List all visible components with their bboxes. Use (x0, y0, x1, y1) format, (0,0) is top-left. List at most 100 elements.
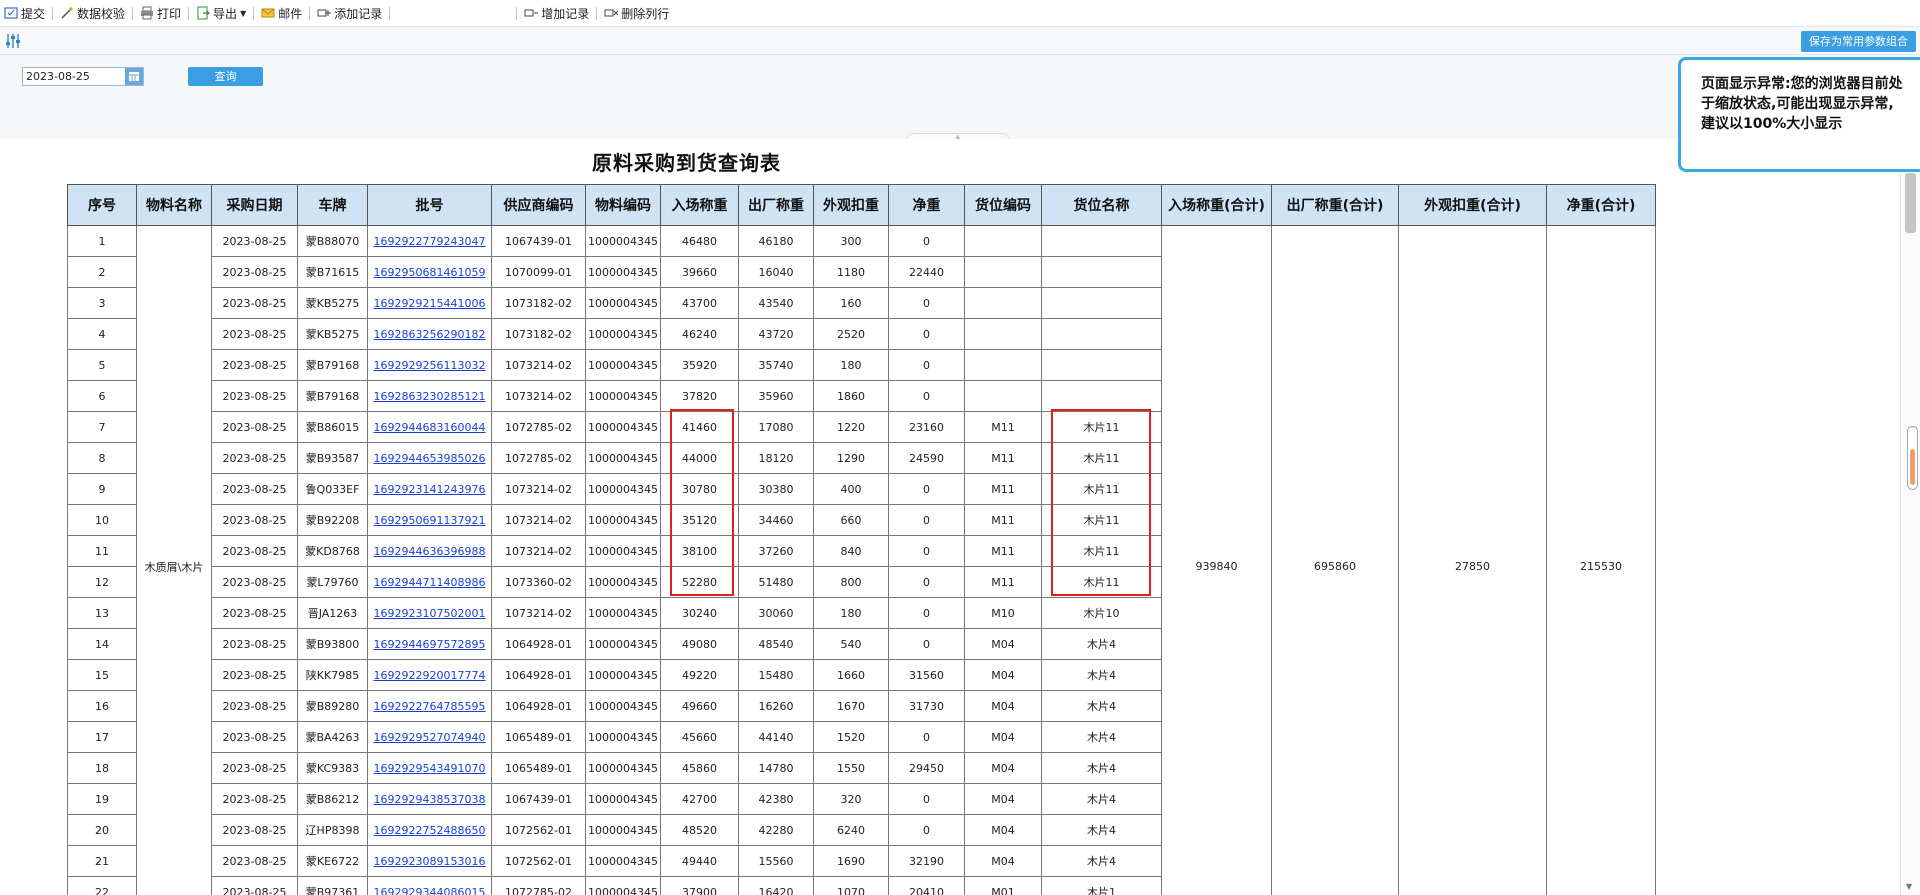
cell-date: 2023-08-25 (211, 349, 298, 381)
cell-batch[interactable]: 1692944711408986 (367, 566, 492, 598)
cell-location-code (964, 349, 1042, 381)
column-header: 净重(合计) (1546, 184, 1656, 226)
cell-material-code: 1000004345 (585, 876, 661, 895)
cell-net: 0 (888, 287, 965, 319)
table-row: 1 木质屑\木片 2023-08-25 蒙B88070 1692922779243047… (67, 225, 1656, 895)
cell-material-code: 1000004345 (585, 411, 661, 443)
cell-location-code (964, 225, 1042, 257)
cell-in-weight: 48520 (660, 814, 739, 846)
print-button[interactable]: 打印 (136, 0, 185, 27)
cell-deduct: 540 (813, 628, 889, 660)
cell-location-code: M04 (964, 783, 1042, 815)
cell-batch[interactable]: 1692944683160044 (367, 411, 492, 443)
cell-seq: 7 (67, 411, 137, 443)
scroll-down-arrow-icon[interactable]: ▼ (1906, 882, 1912, 891)
column-header: 序号 (67, 184, 137, 226)
cell-in-weight: 49080 (660, 628, 739, 660)
column-header: 车牌 (297, 184, 368, 226)
cell-batch[interactable]: 1692923107502001 (367, 597, 492, 629)
cell-location-name (1041, 256, 1162, 288)
cell-location-name: 木片11 (1041, 566, 1162, 598)
cell-batch[interactable]: 1692863230285121 (367, 380, 492, 412)
cell-deduct: 1290 (813, 442, 889, 474)
cell-out-weight: 16420 (738, 876, 814, 895)
cell-net: 31730 (888, 690, 965, 722)
cell-batch[interactable]: 1692929527074940 (367, 721, 492, 753)
submit-icon (4, 7, 18, 19)
cell-batch[interactable]: 1692922920017774 (367, 659, 492, 691)
filter-sliders-icon[interactable] (4, 32, 22, 50)
cell-supplier: 1072785-02 (491, 442, 586, 474)
cell-deduct: 1670 (813, 690, 889, 722)
insert-record-button[interactable]: 增加记录 (520, 0, 593, 27)
cell-location-code: M04 (964, 721, 1042, 753)
report-title: 原料采购到货查询表 (592, 151, 781, 175)
cell-plate: 蒙KB5275 (297, 287, 368, 319)
query-button[interactable]: 查询 (188, 67, 263, 86)
cell-batch[interactable]: 1692923089153016 (367, 845, 492, 877)
cell-seq: 18 (67, 752, 137, 784)
submit-button[interactable]: 提交 (0, 0, 49, 27)
zoom-warning-popup: 页面显示异常:您的浏览器目前处于缩放状态,可能出现显示异常,建议以100%大小显… (1678, 57, 1920, 172)
column-header: 采购日期 (211, 184, 298, 226)
cell-deduct: 840 (813, 535, 889, 567)
cell-deduct: 1860 (813, 380, 889, 412)
cell-supplier: 1064928-01 (491, 659, 586, 691)
cell-batch[interactable]: 1692950691137921 (367, 504, 492, 536)
cell-batch[interactable]: 1692950681461059 (367, 256, 492, 288)
cell-batch[interactable]: 1692863256290182 (367, 318, 492, 350)
cell-location-name (1041, 349, 1162, 381)
cell-total-in-weight: 939840 (1161, 225, 1272, 895)
calendar-button[interactable] (125, 68, 143, 85)
cell-location-name (1041, 318, 1162, 350)
cell-location-name: 木片11 (1041, 504, 1162, 536)
validate-button[interactable]: 数据校验 (56, 0, 129, 27)
cell-deduct: 1690 (813, 845, 889, 877)
save-parameter-combo-button[interactable]: 保存为常用参数组合 (1801, 31, 1916, 52)
cell-batch[interactable]: 1692929543491070 (367, 752, 492, 784)
cell-material-code: 1000004345 (585, 504, 661, 536)
cell-seq: 2 (67, 256, 137, 288)
cell-batch[interactable]: 1692944636396988 (367, 535, 492, 567)
add-record-button[interactable]: 添加记录 (313, 0, 386, 27)
cell-batch[interactable]: 1692929438537038 (367, 783, 492, 815)
cell-net: 31560 (888, 659, 965, 691)
cell-material-code: 1000004345 (585, 287, 661, 319)
cell-material-code: 1000004345 (585, 256, 661, 288)
column-header: 出厂称重(合计) (1271, 184, 1399, 226)
scrollbar-thumb[interactable] (1905, 173, 1916, 233)
cell-plate: 蒙B93587 (297, 442, 368, 474)
cell-batch[interactable]: 1692944697572895 (367, 628, 492, 660)
cell-batch[interactable]: 1692929215441006 (367, 287, 492, 319)
cell-net: 0 (888, 225, 965, 257)
cell-batch[interactable]: 1692922779243047 (367, 225, 492, 257)
cell-batch[interactable]: 1692944653985026 (367, 442, 492, 474)
cell-batch[interactable]: 1692929344086015 (367, 876, 492, 895)
cell-out-weight: 15480 (738, 659, 814, 691)
cell-plate: 陕KK7985 (297, 659, 368, 691)
cell-location-name: 木片4 (1041, 659, 1162, 691)
cell-location-name: 木片11 (1041, 473, 1162, 505)
cell-location-code: M04 (964, 845, 1042, 877)
column-header: 出厂称重 (738, 184, 814, 226)
cell-batch[interactable]: 1692922764785595 (367, 690, 492, 722)
cell-deduct: 6240 (813, 814, 889, 846)
cell-location-code (964, 318, 1042, 350)
date-field[interactable]: 2023-08-25 (22, 67, 144, 86)
mail-button[interactable]: 邮件 (257, 0, 306, 27)
vertical-scrollbar[interactable]: ▼ (1900, 139, 1920, 895)
cell-batch[interactable]: 1692922752488650 (367, 814, 492, 846)
cell-deduct: 180 (813, 597, 889, 629)
export-dropdown[interactable]: 导出 ▼ (192, 0, 250, 27)
cell-plate: 蒙B86212 (297, 783, 368, 815)
cell-location-name: 木片1 (1041, 876, 1162, 895)
zoom-slider[interactable] (1907, 426, 1918, 490)
cell-batch[interactable]: 1692923141243976 (367, 473, 492, 505)
delete-row-button[interactable]: 删除列行 (600, 0, 673, 27)
cell-out-weight: 43720 (738, 318, 814, 350)
validate-wand-icon (61, 7, 73, 19)
cell-out-weight: 42380 (738, 783, 814, 815)
cell-deduct: 400 (813, 473, 889, 505)
cell-location-code: M04 (964, 752, 1042, 784)
cell-batch[interactable]: 1692929256113032 (367, 349, 492, 381)
